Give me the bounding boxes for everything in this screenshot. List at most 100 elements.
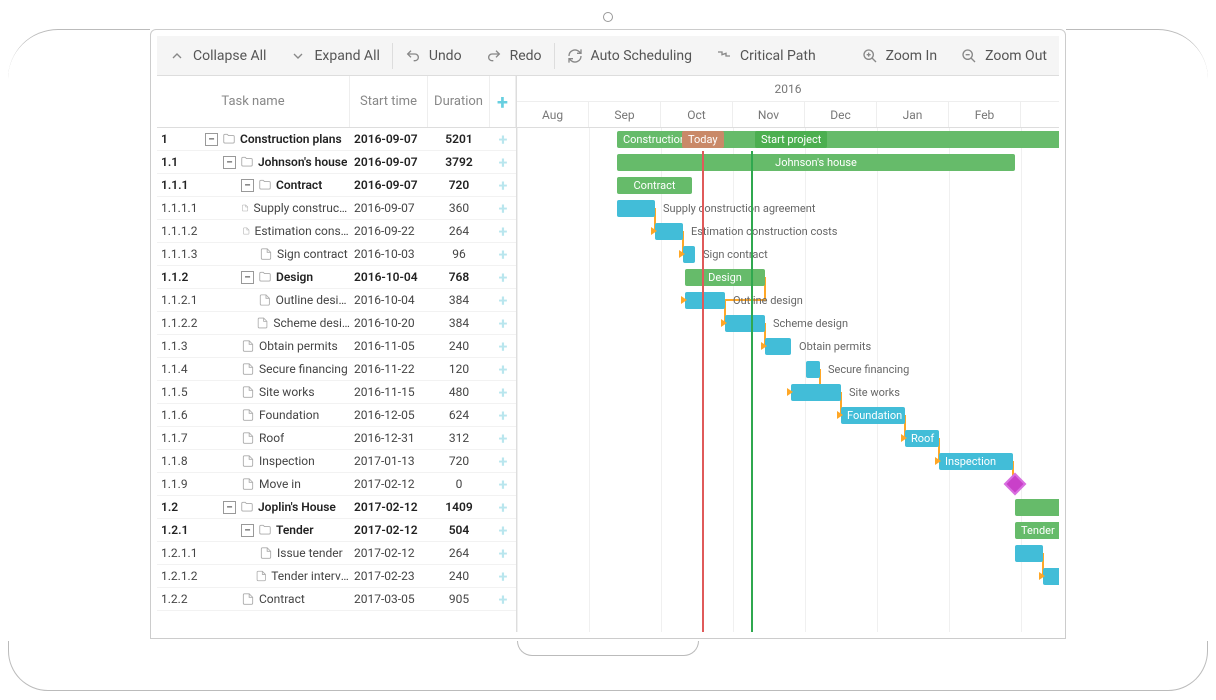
task-name-label: Site works [259,385,315,399]
zoom-in-button[interactable]: Zoom In [850,36,950,75]
add-task-button[interactable]: + [490,314,516,333]
dependency-arrow [787,388,793,396]
redo-button[interactable]: Redo [474,36,554,75]
grid-row[interactable]: 1.1.3Obtain permits2016-11-05240+ [157,335,516,358]
add-task-button[interactable]: + [490,406,516,425]
file-icon [241,362,255,376]
add-column-button[interactable]: + [490,76,516,127]
milestone-marker[interactable] [1004,473,1027,496]
grid-row[interactable]: 1.2−Joplin's House2017-02-121409+ [157,496,516,519]
collapse-toggle[interactable]: − [205,133,218,146]
add-task-button[interactable]: + [490,268,516,287]
add-task-button[interactable]: + [490,521,516,540]
gantt-bar[interactable]: Inspection [939,453,1013,470]
column-duration[interactable]: Duration [428,76,490,127]
add-task-button[interactable]: + [490,567,516,586]
file-icon [259,546,273,560]
grid-row[interactable]: 1.1.9Move in2017-02-120+ [157,473,516,496]
gantt-bar[interactable]: Tender [1015,522,1059,539]
gantt-bar[interactable]: Johnson's house [617,154,1015,171]
wbs-number: 1.1.3 [161,339,201,353]
grid-row[interactable]: 1.1.1.2Estimation construction costs2016… [157,220,516,243]
gantt-bar[interactable]: Roof [905,430,939,447]
gantt-bar[interactable] [1015,545,1043,562]
gantt-bar[interactable] [655,223,683,240]
path-icon [716,48,732,64]
grid-row[interactable]: 1.1.1.3Sign contract2016-10-0396+ [157,243,516,266]
add-task-button[interactable]: + [490,429,516,448]
gantt-bar[interactable] [725,315,765,332]
add-task-button[interactable]: + [490,130,516,149]
add-task-button[interactable]: + [490,475,516,494]
start-time-cell: 2016-11-15 [350,385,428,399]
auto-scheduling-button[interactable]: Auto Scheduling [555,36,704,75]
gantt-bar[interactable]: Foundation [841,407,905,424]
gantt-bar[interactable] [617,200,655,217]
gantt-bar-label: Site works [849,384,900,401]
add-task-button[interactable]: + [490,498,516,517]
undo-button[interactable]: Undo [393,36,474,75]
grid-row[interactable]: 1.1.1−Contract2016-09-07720+ [157,174,516,197]
grid-row[interactable]: 1.2.2Contract2017-03-05905+ [157,588,516,611]
wbs-number: 1.1.9 [161,477,201,491]
add-task-button[interactable]: + [490,199,516,218]
gantt-chart[interactable]: 2016 AugSepOctNovDecJanFeb Construction … [517,76,1059,632]
task-name-label: Construction plans [240,132,342,146]
add-task-button[interactable]: + [490,176,516,195]
grid-row[interactable]: 1.1.5Site works2016-11-15480+ [157,381,516,404]
expand-all-button[interactable]: Expand All [278,36,391,75]
gantt-bar[interactable] [791,384,841,401]
grid-row[interactable]: 1.1.8Inspection2017-01-13720+ [157,450,516,473]
duration-cell: 5201 [428,132,490,146]
collapse-all-button[interactable]: Collapse All [157,36,278,75]
grid-row[interactable]: 1.1.7Roof2016-12-31312+ [157,427,516,450]
gantt-bar[interactable] [1043,568,1059,585]
grid-row[interactable]: 1−Construction plans2016-09-075201+ [157,128,516,151]
add-task-button[interactable]: + [490,383,516,402]
chevron-down-icon [290,48,306,64]
gantt-bar[interactable] [765,338,791,355]
grid-row[interactable]: 1.2.1.2Tender interview2017-02-23240+ [157,565,516,588]
collapse-toggle[interactable]: − [241,179,254,192]
add-task-button[interactable]: + [490,590,516,609]
add-task-button[interactable]: + [490,291,516,310]
gantt-bar-label: Supply construction agreement [663,200,815,217]
dependency-arrow [761,342,767,350]
gantt-bar[interactable]: Design [685,269,765,286]
collapse-toggle[interactable]: − [223,156,236,169]
wbs-number: 1.2.1 [161,523,201,537]
zoom-out-button[interactable]: Zoom Out [949,36,1059,75]
wbs-number: 1.1.6 [161,408,201,422]
add-task-button[interactable]: + [490,360,516,379]
gantt-bar[interactable]: Contract [617,177,692,194]
duration-cell: 720 [428,454,490,468]
grid-row[interactable]: 1.1.2.2Scheme design2016-10-20384+ [157,312,516,335]
duration-cell: 504 [428,523,490,537]
add-task-button[interactable]: + [490,337,516,356]
critical-path-button[interactable]: Critical Path [704,36,828,75]
add-task-button[interactable]: + [490,544,516,563]
grid-row[interactable]: 1.1.1.1Supply construction agreement2016… [157,197,516,220]
collapse-toggle[interactable]: − [241,271,254,284]
dependency-arrow [681,296,687,304]
grid-row[interactable]: 1.1.6Foundation2016-12-05624+ [157,404,516,427]
add-task-button[interactable]: + [490,452,516,471]
gantt-bar[interactable] [806,361,820,378]
column-start-time[interactable]: Start time [350,76,428,127]
add-task-button[interactable]: + [490,245,516,264]
collapse-toggle[interactable]: − [241,524,254,537]
grid-row[interactable]: 1.1−Johnson's house2016-09-073792+ [157,151,516,174]
grid-row[interactable]: 1.1.2−Design2016-10-04768+ [157,266,516,289]
dependency-arrow [651,227,657,235]
add-task-button[interactable]: + [490,222,516,241]
column-task-name[interactable]: Task name [157,76,350,127]
grid-row[interactable]: 1.1.2.1Outline design2016-10-04384+ [157,289,516,312]
grid-row[interactable]: 1.1.4Secure financing2016-11-22120+ [157,358,516,381]
gantt-bar[interactable] [1015,499,1059,516]
gantt-bar[interactable] [685,292,725,309]
grid-row[interactable]: 1.2.1−Tender2017-02-12504+ [157,519,516,542]
task-name-label: Secure financing [259,362,348,376]
add-task-button[interactable]: + [490,153,516,172]
grid-row[interactable]: 1.2.1.1Issue tender2017-02-12264+ [157,542,516,565]
collapse-toggle[interactable]: − [223,501,236,514]
